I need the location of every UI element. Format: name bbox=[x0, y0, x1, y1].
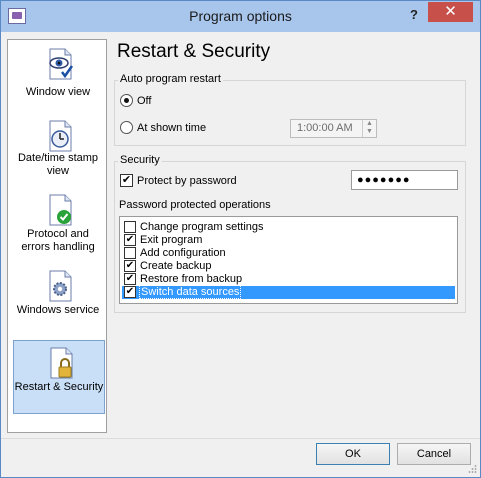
operation-checkbox[interactable]: ✔ bbox=[124, 273, 136, 285]
protected-operations-label: Password protected operations bbox=[119, 199, 271, 211]
operation-label: Add configuration bbox=[140, 247, 226, 259]
gear-document-icon bbox=[49, 270, 72, 302]
password-input[interactable]: ●●●●●●● bbox=[351, 170, 458, 190]
operation-checkbox[interactable]: ✔ bbox=[124, 286, 136, 298]
sidebar-item-label: Restart & Security bbox=[14, 381, 104, 393]
sidebar-item-label: Date/time stamp view bbox=[17, 152, 99, 177]
options-sidebar: Window view Date/time stamp view Protoco… bbox=[7, 39, 107, 433]
operation-label: Restore from backup bbox=[140, 273, 243, 285]
resize-grip-icon[interactable] bbox=[467, 464, 477, 474]
cancel-button[interactable]: Cancel bbox=[397, 443, 471, 465]
operation-checkbox[interactable] bbox=[124, 247, 136, 259]
sidebar-item-window-view[interactable]: Window view bbox=[13, 46, 105, 108]
operation-label: Exit program bbox=[140, 234, 203, 246]
program-options-window: Program options ? ✕ Window view Date/tim… bbox=[0, 0, 481, 478]
window-view-icon bbox=[49, 48, 73, 80]
ok-button[interactable]: OK bbox=[316, 443, 390, 465]
security-group-label: Security bbox=[118, 154, 162, 166]
operation-label: Switch data sources bbox=[139, 285, 242, 299]
sidebar-item-restart-security[interactable]: Restart & Security bbox=[13, 340, 105, 414]
list-item[interactable]: Change program settings bbox=[122, 221, 455, 234]
lock-document-icon bbox=[50, 347, 73, 379]
close-button[interactable]: ✕ bbox=[428, 2, 473, 22]
sidebar-item-label: Windows service bbox=[16, 304, 100, 316]
title-bar[interactable]: Program options ? ✕ bbox=[1, 1, 480, 32]
restart-off-radio[interactable] bbox=[120, 94, 133, 107]
restart-at-shown-time-label: At shown time bbox=[137, 122, 207, 134]
operation-checkbox[interactable] bbox=[124, 221, 136, 233]
operation-label: Change program settings bbox=[140, 221, 264, 233]
sidebar-item-label: Protocol and errors handling bbox=[21, 228, 95, 253]
list-item[interactable]: Add configuration bbox=[122, 247, 455, 260]
time-spin-buttons[interactable]: ▲ ▼ bbox=[362, 120, 376, 137]
restart-time-input[interactable]: 1:00:00 AM ▲ ▼ bbox=[290, 119, 377, 138]
restart-off-label: Off bbox=[137, 95, 152, 107]
check-document-icon bbox=[49, 194, 72, 226]
clock-icon bbox=[49, 120, 72, 152]
sidebar-item-windows-service[interactable]: Windows service bbox=[13, 270, 105, 334]
operation-checkbox[interactable]: ✔ bbox=[124, 234, 136, 246]
sidebar-item-date-time-stamp-view[interactable]: Date/time stamp view bbox=[13, 120, 105, 182]
help-button[interactable]: ? bbox=[405, 5, 423, 25]
restart-at-shown-time-radio[interactable] bbox=[120, 121, 133, 134]
page-title: Restart & Security bbox=[117, 41, 271, 62]
operation-label: Create backup bbox=[140, 260, 212, 272]
restart-time-value: 1:00:00 AM bbox=[297, 122, 353, 134]
sidebar-item-label: Window view bbox=[25, 86, 91, 98]
footer-divider bbox=[1, 438, 480, 439]
protected-operations-list[interactable]: Change program settings ✔ Exit program A… bbox=[119, 216, 458, 304]
protect-by-password-checkbox[interactable]: ✔ bbox=[120, 174, 133, 187]
protect-by-password-label: Protect by password bbox=[137, 175, 237, 187]
sidebar-item-protocol-errors[interactable]: Protocol and errors handling bbox=[13, 194, 105, 258]
list-item-selected[interactable]: ✔ Switch data sources bbox=[122, 285, 455, 299]
operation-checkbox[interactable]: ✔ bbox=[124, 260, 136, 272]
list-item[interactable]: ✔ Exit program bbox=[122, 234, 455, 247]
auto-restart-group-label: Auto program restart bbox=[118, 73, 223, 85]
list-item[interactable]: ✔ Create backup bbox=[122, 260, 455, 273]
